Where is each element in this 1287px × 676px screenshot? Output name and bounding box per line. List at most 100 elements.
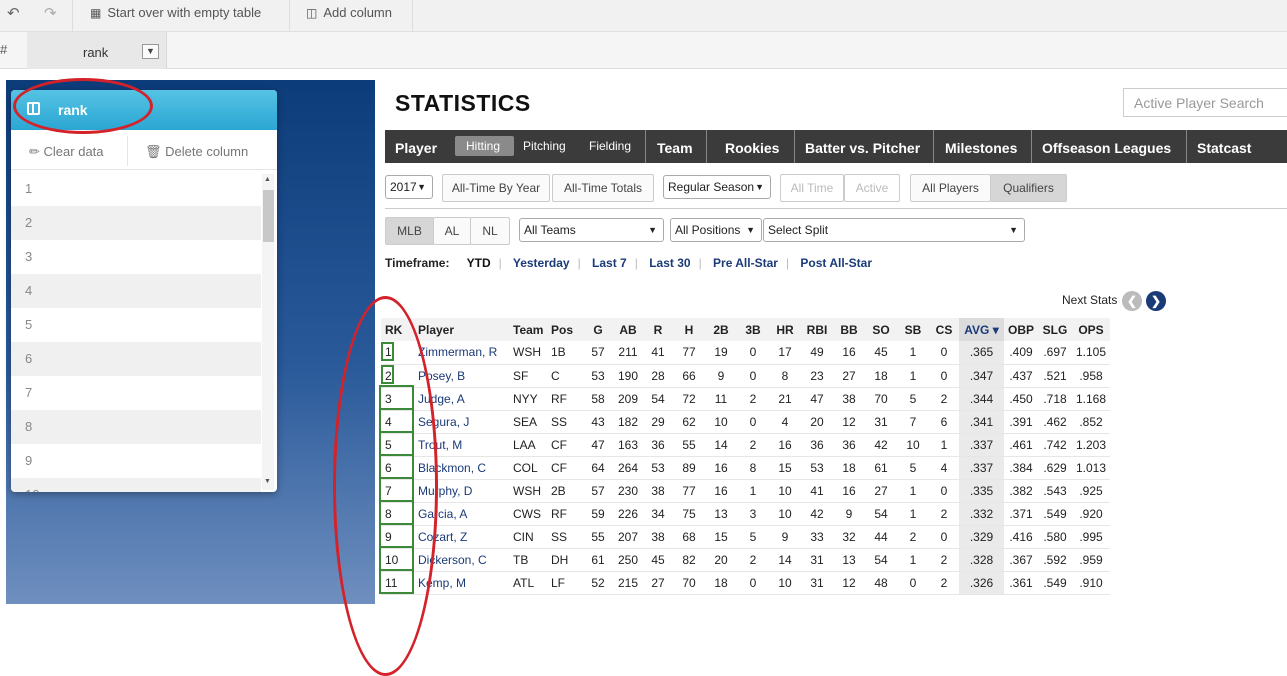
nav-milestones[interactable]: Milestones [945,140,1017,156]
nav-batter-vs-pitcher[interactable]: Batter vs. Pitcher [805,140,920,156]
list-item[interactable]: 10 [11,478,261,492]
stat-cell: RF [545,502,583,526]
stat-cell: .337 [959,456,1004,480]
league-nl-button[interactable]: NL [470,217,510,245]
stat-cell: 9 [769,525,801,549]
add-column-button[interactable]: ◫ Add column [306,5,392,20]
stat-cell: 5 [897,456,929,480]
stat-cell: 215 [613,571,643,595]
chevron-down-icon[interactable]: ▼ [142,44,159,59]
list-item[interactable]: 3 [11,240,261,274]
redo-icon[interactable]: ↷ [44,4,57,22]
stat-cell: 34 [643,502,673,526]
positions-select[interactable]: All Positions ▼ [670,218,762,242]
stat-cell: .629 [1038,456,1072,480]
column-header-player[interactable]: Player [415,318,507,341]
timeframe-last-7[interactable]: Last 7 [592,256,627,270]
stat-cell: 209 [613,387,643,411]
nav-team[interactable]: Team [657,140,693,156]
column-header-stat[interactable]: OBP [1004,318,1038,341]
player-search-input[interactable]: Active Player Search [1123,88,1287,117]
column-header-stat[interactable]: Pos [545,318,583,341]
timeframe-post-all-star[interactable]: Post All-Star [800,256,872,270]
toolbar: ↶ ↷ ▦ Start over with empty table ◫ Add … [0,0,1287,32]
chevron-down-icon: ▼ [746,225,755,235]
column-header-stat[interactable]: R [643,318,673,341]
stat-cell: 9 [833,502,865,526]
nav-player[interactable]: Player [395,140,437,156]
league-mlb-button[interactable]: MLB [385,217,434,245]
column-header-stat[interactable]: 3B [737,318,769,341]
prev-page-icon[interactable]: ❮ [1122,291,1142,311]
list-item[interactable]: 7 [11,376,261,410]
column-header-stat[interactable]: HR [769,318,801,341]
season-type-select[interactable]: Regular Season ▼ [663,175,771,199]
column-header-stat[interactable]: AVG ▾ [959,318,1004,341]
divider [385,208,1287,209]
delete-column-button[interactable]: 🗑 Delete column [145,144,248,160]
list-item[interactable]: 9 [11,444,261,478]
stat-cell: 163 [613,433,643,457]
stat-cell: 16 [833,341,865,365]
all-time-totals-button[interactable]: All-Time Totals [552,174,654,202]
list-item[interactable]: 6 [11,342,261,376]
scrollbar-thumb[interactable] [263,190,274,242]
league-al-button[interactable]: AL [433,217,471,245]
list-item[interactable]: 1 [11,172,261,206]
nav-offseason-leagues[interactable]: Offseason Leagues [1042,140,1171,156]
column-header-stat[interactable]: AB [613,318,643,341]
column-header-stat[interactable]: H [673,318,705,341]
next-page-icon[interactable]: ❯ [1146,291,1166,311]
panel-scrollbar[interactable]: ▲ ▼ [262,174,274,490]
stat-cell: .371 [1004,502,1038,526]
all-time-by-year-button[interactable]: All-Time By Year [442,174,550,202]
qualifiers-button[interactable]: Qualifiers [990,174,1067,202]
nav-fielding[interactable]: Fielding [589,139,631,153]
list-item[interactable]: 5 [11,308,261,342]
column-header-label: rank [83,45,109,60]
panel-value-list: 1 2 3 4 5 6 7 8 9 10 [11,172,261,492]
stat-cell: 54 [865,548,897,572]
column-header-stat[interactable]: 2B [705,318,737,341]
split-select[interactable]: Select Split ▼ [763,218,1025,242]
column-header-stat[interactable]: BB [833,318,865,341]
stat-cell: .958 [1072,364,1110,388]
column-header-stat[interactable]: CS [929,318,959,341]
list-item[interactable]: 2 [11,206,261,240]
nav-rookies[interactable]: Rookies [725,140,779,156]
table-row: 10 Dickerson, C TB DH 61 250 45 82 20 2 14 31 13 54 1 2… [381,548,1110,572]
all-players-button[interactable]: All Players [910,174,991,202]
nav-hitting[interactable]: Hitting [466,139,500,153]
timeframe-yesterday[interactable]: Yesterday [513,256,570,270]
start-over-button[interactable]: ▦ Start over with empty table [90,5,261,20]
player-link[interactable]: Zimmerman, R [415,341,507,365]
next-stats-label: Next Stats [1062,293,1118,307]
scroll-down-icon[interactable]: ▼ [264,478,271,485]
column-header-stat[interactable]: G [583,318,613,341]
list-item[interactable]: 4 [11,274,261,308]
timeframe-ytd[interactable]: YTD [467,256,491,270]
column-header-stat[interactable]: SB [897,318,929,341]
teams-select[interactable]: All Teams ▼ [519,218,664,242]
all-time-button[interactable]: All Time [780,174,844,202]
column-header-stat[interactable]: SLG [1038,318,1072,341]
column-header-stat[interactable]: SO [865,318,897,341]
table-row: 3 Judge, A NYY RF 58 209 54 72 11 2 21 47 38 70 5 2.344… [381,387,1110,411]
timeframe-last-30[interactable]: Last 30 [649,256,690,270]
timeframe-pre-all-star[interactable]: Pre All-Star [713,256,778,270]
column-header-rank[interactable]: rank ▼ [27,32,167,69]
column-header-stat[interactable]: Team [507,318,545,341]
scroll-up-icon[interactable]: ▲ [264,176,271,183]
column-header-stat[interactable]: OPS [1072,318,1110,341]
year-select[interactable]: 2017 ▼ [385,175,433,199]
year-select-value: 2017 [390,180,417,194]
nav-pitching[interactable]: Pitching [523,139,566,153]
list-item[interactable]: 8 [11,410,261,444]
nav-statcast[interactable]: Statcast [1197,140,1251,156]
active-button[interactable]: Active [844,174,900,202]
stat-cell: 45 [865,341,897,365]
stat-cell: ATL [507,571,545,595]
column-header-stat[interactable]: RBI [801,318,833,341]
clear-data-button[interactable]: ✏ Clear data [29,144,104,160]
undo-icon[interactable]: ↶ [7,4,20,22]
